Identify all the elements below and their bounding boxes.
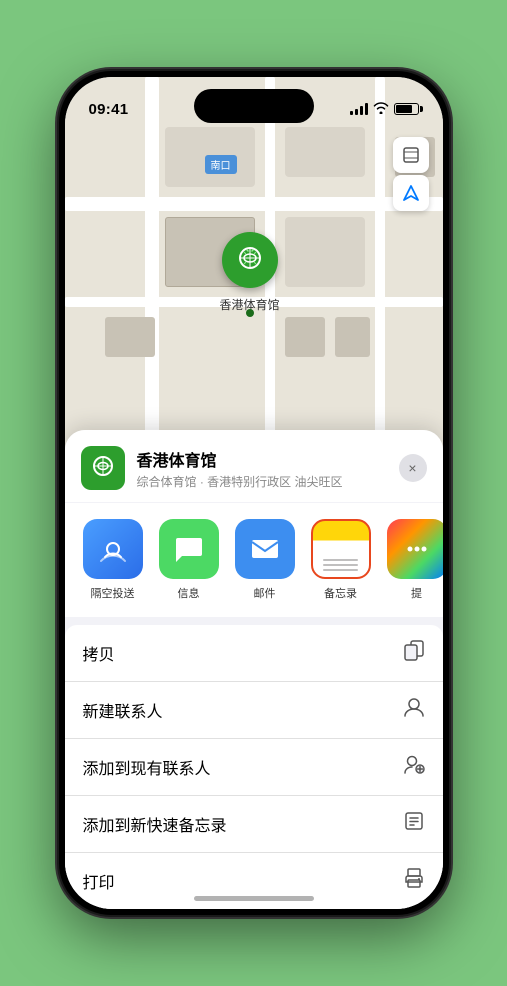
notes-icon bbox=[311, 519, 371, 579]
home-indicator bbox=[194, 896, 314, 901]
battery-icon bbox=[394, 103, 419, 115]
action-new-contact-label: 新建联系人 bbox=[83, 698, 163, 722]
action-quick-note-label: 添加到新快速备忘录 bbox=[83, 812, 227, 836]
share-row: 隔空投送 信息 bbox=[65, 503, 443, 617]
sheet-header: 香港体育馆 综合体育馆 · 香港特别行政区 油尖旺区 × bbox=[65, 430, 443, 502]
print-icon bbox=[403, 867, 425, 895]
share-message[interactable]: 信息 bbox=[153, 519, 225, 601]
map-south-entrance-label: 南口 bbox=[205, 155, 237, 174]
map-layers-button[interactable] bbox=[393, 137, 429, 173]
map-controls bbox=[393, 137, 429, 213]
copy-icon bbox=[403, 639, 425, 667]
phone-frame: 09:41 bbox=[59, 71, 449, 915]
venue-sheet-icon bbox=[81, 446, 125, 490]
share-airdrop[interactable]: 隔空投送 bbox=[77, 519, 149, 601]
share-notes[interactable]: 备忘录 bbox=[305, 519, 377, 601]
quick-note-icon bbox=[403, 810, 425, 838]
status-time: 09:41 bbox=[89, 101, 129, 118]
add-contact-icon bbox=[403, 753, 425, 781]
phone-screen: 09:41 bbox=[65, 77, 443, 909]
action-list: 拷贝 新建联系人 bbox=[65, 625, 443, 909]
action-add-existing-label: 添加到现有联系人 bbox=[83, 755, 211, 779]
pin-circle bbox=[222, 232, 278, 288]
action-print-label: 打印 bbox=[83, 869, 115, 893]
message-label: 信息 bbox=[178, 585, 200, 601]
bottom-sheet: 香港体育馆 综合体育馆 · 香港特别行政区 油尖旺区 × bbox=[65, 430, 443, 909]
action-add-quick-note[interactable]: 添加到新快速备忘录 bbox=[65, 796, 443, 853]
mail-label: 邮件 bbox=[254, 585, 276, 601]
venue-info: 香港体育馆 综合体育馆 · 香港特别行政区 油尖旺区 bbox=[137, 447, 399, 490]
wifi-icon bbox=[373, 101, 389, 117]
venue-name: 香港体育馆 bbox=[137, 447, 399, 471]
status-icons bbox=[350, 101, 419, 117]
dynamic-island bbox=[194, 89, 314, 123]
action-new-contact[interactable]: 新建联系人 bbox=[65, 682, 443, 739]
share-more[interactable]: 提 bbox=[381, 519, 443, 601]
pin-dot bbox=[246, 309, 254, 317]
action-copy-label: 拷贝 bbox=[83, 641, 115, 665]
close-button[interactable]: × bbox=[399, 454, 427, 482]
notes-label: 备忘录 bbox=[324, 585, 357, 601]
new-contact-icon bbox=[403, 696, 425, 724]
action-copy[interactable]: 拷贝 bbox=[65, 625, 443, 682]
share-mail[interactable]: 邮件 bbox=[229, 519, 301, 601]
venue-pin[interactable]: 香港体育馆 bbox=[220, 232, 280, 313]
signal-bars-icon bbox=[350, 103, 368, 115]
action-add-existing-contact[interactable]: 添加到现有联系人 bbox=[65, 739, 443, 796]
airdrop-label: 隔空投送 bbox=[91, 585, 135, 601]
mail-icon bbox=[235, 519, 295, 579]
message-icon bbox=[159, 519, 219, 579]
airdrop-icon bbox=[83, 519, 143, 579]
more-icon bbox=[387, 519, 443, 579]
location-button[interactable] bbox=[393, 175, 429, 211]
more-label: 提 bbox=[411, 585, 422, 601]
venue-desc: 综合体育馆 · 香港特别行政区 油尖旺区 bbox=[137, 473, 399, 490]
